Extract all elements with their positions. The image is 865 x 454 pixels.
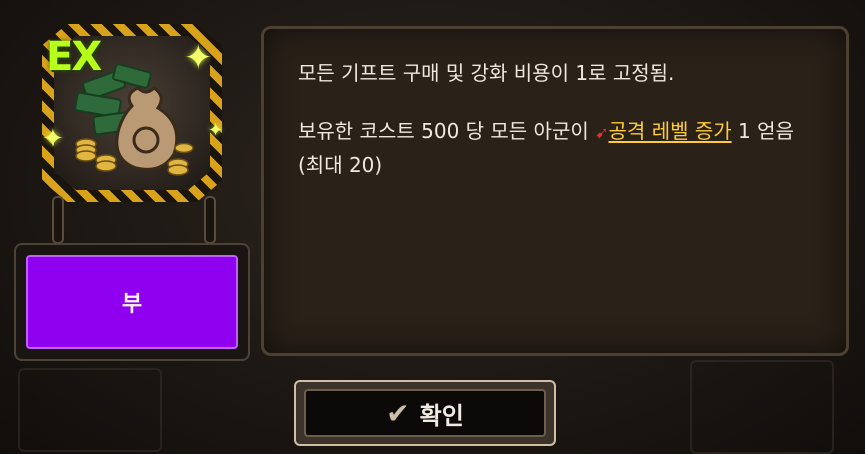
bg-frame-left (18, 368, 162, 452)
gift-card: EX ✦ ✦ ✦ (42, 24, 224, 202)
description-text: 모든 기프트 구매 및 강화 비용이 1로 고정됨. 보유한 코스트 500 당… (298, 57, 798, 207)
sparkle-icon: ✦ (184, 38, 213, 78)
description-line-1: 모든 기프트 구매 및 강화 비용이 1로 고정됨. (298, 61, 675, 85)
bg-frame-right (690, 360, 834, 454)
chain-right (204, 196, 216, 244)
description-line-2: 보유한 코스트 500 당 모든 아군이 ➹공격 레벨 증가 1 얻음 (최대 … (298, 115, 798, 182)
confirm-button[interactable]: ✔ 확인 (304, 389, 546, 437)
type-label: 부 (26, 255, 238, 349)
confirm-button-frame: ✔ 확인 (294, 380, 556, 446)
chain-left (52, 196, 64, 244)
description-panel: 모든 기프트 구매 및 강화 비용이 1로 고정됨. 보유한 코스트 500 당… (261, 26, 849, 356)
sparkle-icon: ✦ (208, 120, 224, 141)
ex-badge: EX (46, 34, 102, 80)
label-plate: 부 (14, 243, 250, 361)
description-line-2-prefix: 보유한 코스트 500 당 모든 아군이 (298, 119, 596, 143)
sparkle-icon: ✦ (42, 124, 64, 154)
keyword-link-attack-level[interactable]: 공격 레벨 증가 (609, 119, 732, 143)
checkmark-icon: ✔ (386, 396, 410, 430)
attack-up-icon: ➹ (595, 123, 609, 142)
confirm-button-label: 확인 (419, 401, 464, 430)
